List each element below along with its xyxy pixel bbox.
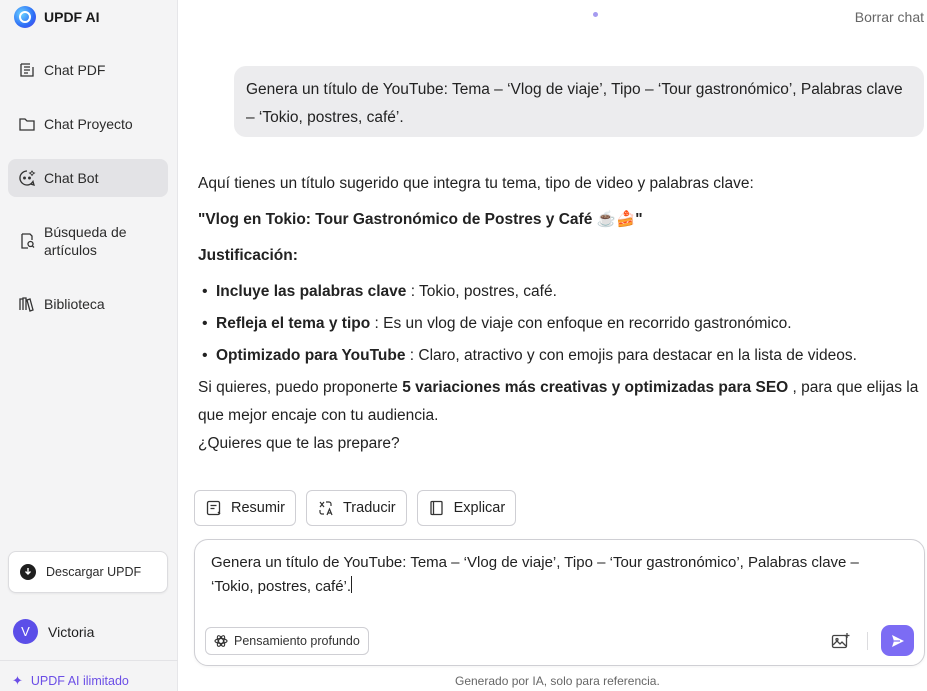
sparkle-icon: ✦ — [12, 673, 23, 688]
deep-thinking-label: Pensamiento profundo — [234, 634, 360, 648]
list-item: Refleja el tema y tipo : Es un vlog de v… — [198, 310, 926, 338]
deep-thinking-toggle[interactable]: Pensamiento profundo — [205, 627, 369, 655]
bullet-text: : Tokio, postres, café. — [406, 283, 557, 300]
user-name: Victoria — [48, 623, 95, 640]
suggested-title: "Vlog en Tokio: Tour Gastronómico de Pos… — [198, 211, 643, 228]
user-message-bubble: Genera un título de YouTube: Tema – ‘Vlo… — [234, 66, 924, 137]
translate-button[interactable]: Traducir — [305, 490, 407, 526]
ai-disclaimer: Generado por IA, solo para referencia. — [455, 674, 660, 688]
bot-icon — [18, 169, 36, 187]
sidebar-item-chat-proyecto[interactable]: Chat Proyecto — [8, 105, 168, 143]
image-add-icon — [831, 633, 850, 649]
search-doc-icon — [18, 232, 36, 250]
offer-bold: 5 variaciones más creativas y optimizada… — [402, 379, 789, 396]
loading-dot — [593, 12, 598, 17]
unlimited-label: UPDF AI ilimitado — [30, 674, 129, 688]
sidebar-item-label: Chat Bot — [44, 170, 99, 186]
avatar: V — [13, 619, 38, 644]
sidebar-item-label: Biblioteca — [44, 296, 105, 312]
add-image-button[interactable] — [829, 629, 853, 653]
download-updf-button[interactable]: Descargar UPDF — [8, 551, 168, 593]
updf-ai-unlimited-link[interactable]: ✦ UPDF AI ilimitado — [12, 673, 129, 689]
label-line-1: Búsqueda de — [44, 224, 127, 240]
justification-heading: Justificación: — [198, 247, 298, 264]
explain-label: Explicar — [453, 500, 506, 516]
sidebar-item-label: Chat PDF — [44, 62, 106, 78]
answer-offer: Si quieres, puedo proponerte 5 variacion… — [198, 374, 926, 430]
translate-icon — [317, 499, 335, 517]
sidebar-item-chat-pdf[interactable]: Chat PDF — [8, 51, 168, 89]
updf-logo-icon — [14, 6, 36, 28]
chat-pdf-icon — [18, 61, 36, 79]
download-label: Descargar UPDF — [46, 565, 142, 579]
text-caret — [351, 576, 353, 593]
translate-label: Traducir — [342, 500, 396, 516]
clear-chat-button[interactable]: Borrar chat — [855, 9, 924, 25]
bullet-text: : Claro, atractivo y con emojis para des… — [405, 347, 857, 364]
label-line-2: artículos — [44, 242, 97, 258]
explain-button[interactable]: Explicar — [416, 490, 517, 526]
send-icon — [891, 634, 904, 647]
quick-actions: Resumir Traducir Explicar — [194, 490, 517, 526]
list-item: Incluye las palabras clave : Tokio, post… — [198, 278, 926, 306]
sidebar-divider — [0, 660, 178, 661]
list-item: Optimizado para YouTube : Claro, atracti… — [198, 342, 926, 370]
ai-answer: Aquí tienes un título sugerido que integ… — [198, 170, 926, 458]
message-input[interactable]: Genera un título de YouTube: Tema – ‘Vlo… — [211, 551, 901, 599]
composer-divider — [867, 632, 868, 650]
justification-list: Incluye las palabras clave : Tokio, post… — [198, 278, 926, 370]
message-input-value: Genera un título de YouTube: Tema – ‘Vlo… — [211, 554, 859, 595]
bullet-bold: Optimizado para YouTube — [216, 347, 406, 364]
sidebar-item-label: Chat Proyecto — [44, 116, 133, 132]
bullet-bold: Incluye las palabras clave — [216, 283, 407, 300]
summarize-label: Resumir — [231, 500, 285, 516]
download-icon — [20, 564, 36, 580]
bullet-text: : Es un vlog de viaje con enfoque en rec… — [370, 315, 792, 332]
answer-intro: Aquí tienes un título sugerido que integ… — [198, 175, 754, 192]
offer-prefix: Si quieres, puedo proponerte — [198, 379, 403, 396]
user-profile[interactable]: V Victoria — [13, 619, 94, 644]
summarize-icon — [205, 499, 223, 517]
message-composer[interactable]: Genera un título de YouTube: Tema – ‘Vlo… — [194, 539, 925, 666]
explain-icon — [428, 499, 446, 517]
library-icon — [18, 295, 36, 313]
sidebar-item-chat-bot[interactable]: Chat Bot — [8, 159, 168, 197]
folder-icon — [18, 115, 36, 133]
brand-name: UPDF AI — [44, 9, 100, 25]
sidebar: UPDF AI Chat PDF Chat Proyecto Chat Bot … — [0, 0, 178, 691]
send-button[interactable] — [881, 625, 914, 656]
summarize-button[interactable]: Resumir — [194, 490, 296, 526]
answer-question: ¿Quieres que te las prepare? — [198, 435, 400, 452]
bullet-bold: Refleja el tema y tipo — [216, 315, 371, 332]
sidebar-item-busqueda-articulos[interactable]: Búsqueda de artículos — [8, 218, 168, 264]
atom-icon — [214, 634, 228, 648]
sidebar-item-label: Búsqueda de artículos — [44, 223, 127, 259]
brand[interactable]: UPDF AI — [14, 6, 99, 28]
sidebar-item-biblioteca[interactable]: Biblioteca — [8, 285, 168, 323]
